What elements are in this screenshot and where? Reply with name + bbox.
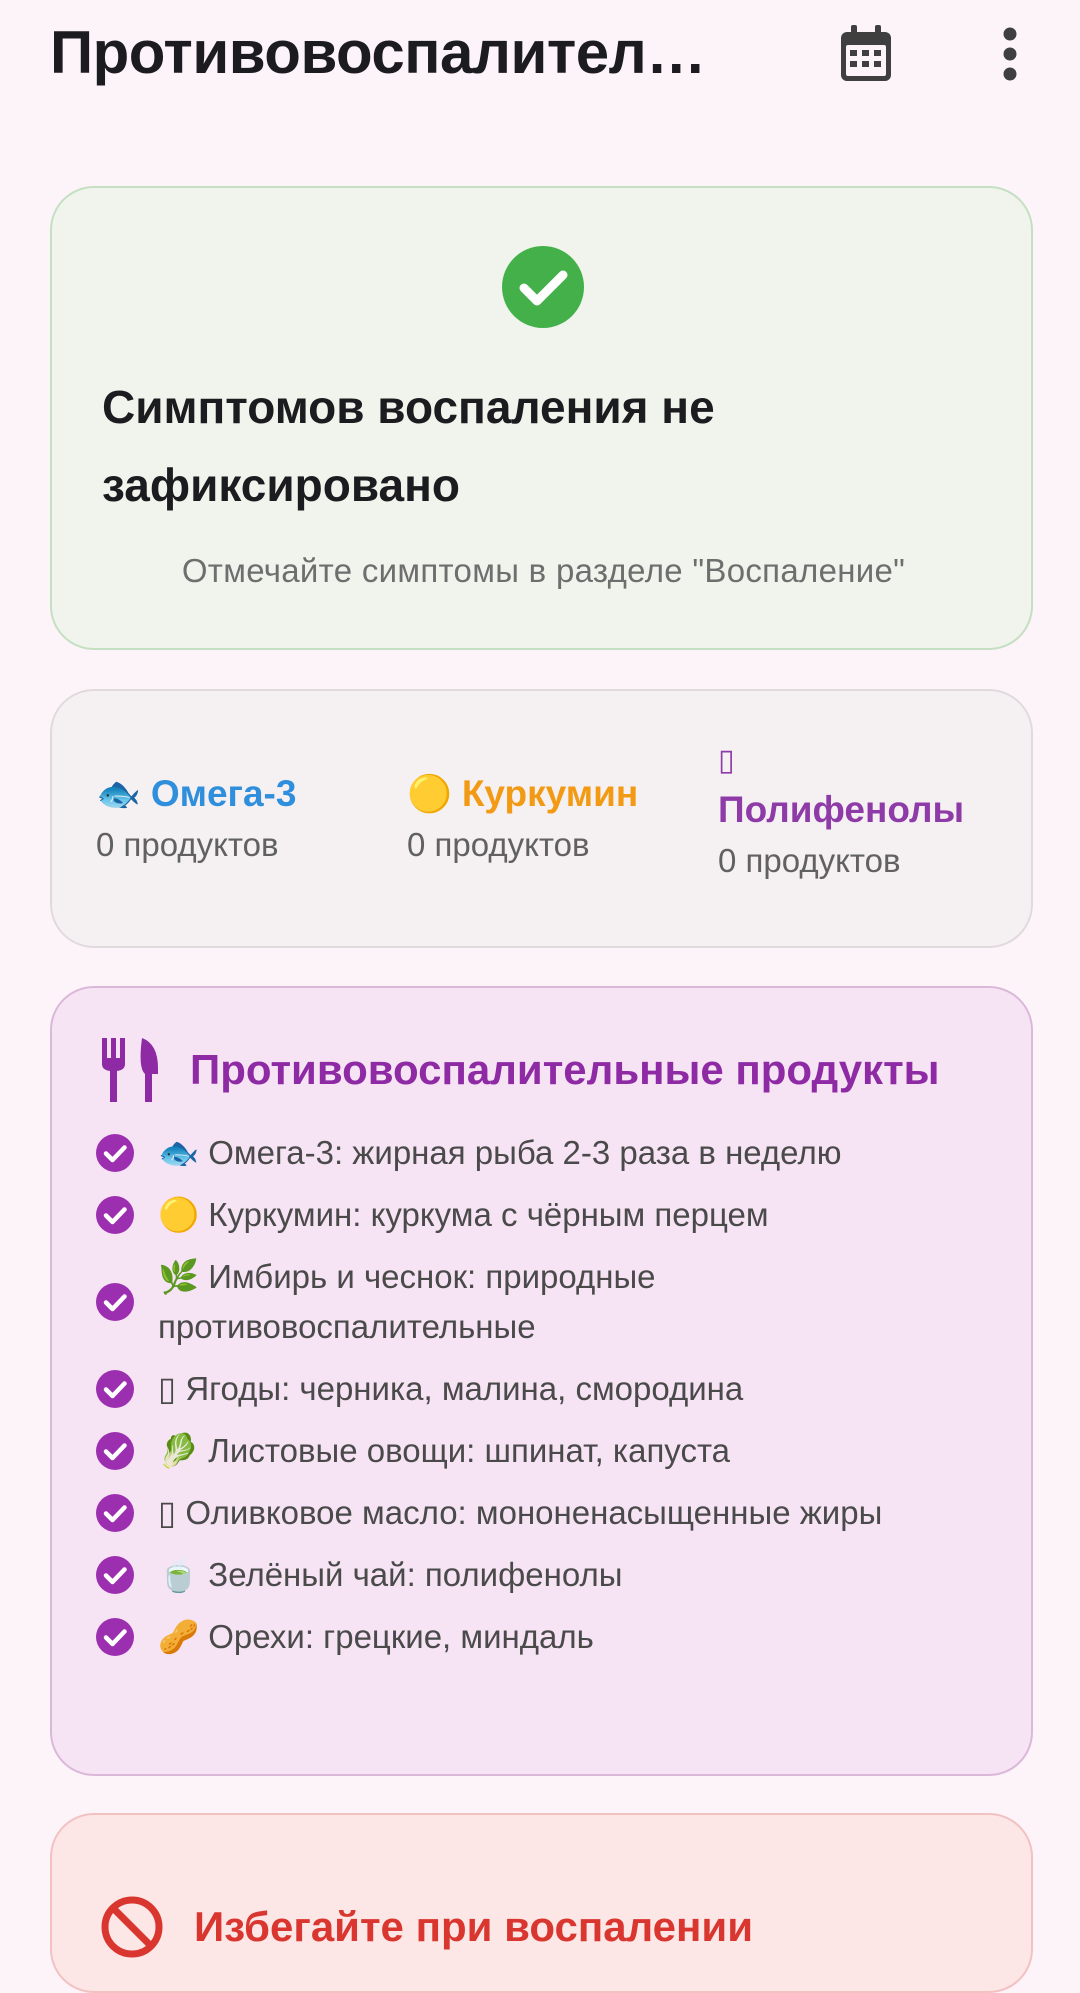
calendar-button[interactable] xyxy=(834,22,898,86)
inflammation-status-card: Симптомов воспаления не зафиксировано От… xyxy=(50,186,1033,650)
stat-name: Омега-3 xyxy=(150,773,297,814)
missing-glyph-icon: ▯ xyxy=(718,744,735,777)
anti-inflammatory-foods-card: Противовоспалительные продукты 🐟 Омега-3… xyxy=(50,986,1033,1776)
avoid-foods-card: Избегайте при воспалении xyxy=(50,1813,1033,1993)
avoid-header: Избегайте при воспалении xyxy=(100,1895,753,1959)
stat-name: Куркумин xyxy=(461,773,639,814)
check-circle-icon xyxy=(96,1494,134,1532)
status-subtitle: Отмечайте симптомы в разделе "Воспаление… xyxy=(181,552,906,589)
list-item: 🍵 Зелёный чай: полифенолы xyxy=(96,1550,996,1600)
status-title: Симптомов воспаления не зафиксировано xyxy=(102,381,715,511)
check-circle-icon xyxy=(96,1370,134,1408)
check-circle-icon xyxy=(96,1432,134,1470)
list-item: 🐟 Омега-3: жирная рыба 2-3 раза в неделю xyxy=(96,1128,996,1178)
fish-icon: 🐟 xyxy=(96,773,141,814)
food-item-text: 🥬 Листовые овощи: шпинат, капуста xyxy=(158,1432,731,1469)
stat-count: 0 продуктов xyxy=(718,842,901,879)
food-item-text: 🐟 Омега-3: жирная рыба 2-3 раза в неделю xyxy=(158,1134,842,1171)
check-circle-icon xyxy=(96,1283,134,1321)
stat-curcumin: 🟡 Куркумин 0 продуктов xyxy=(407,771,638,867)
app-bar: Противовоспалител… xyxy=(0,0,1080,116)
avoid-title: Избегайте при воспалении xyxy=(194,1903,754,1950)
check-circle-icon xyxy=(96,1196,134,1234)
fork-knife-icon xyxy=(102,1038,158,1102)
list-item: 🟡 Куркумин: куркума с чёрным перцем xyxy=(96,1190,996,1240)
check-circle-icon xyxy=(96,1618,134,1656)
food-item-text: 🥜 Орехи: грецкие, миндаль xyxy=(158,1618,594,1655)
foods-list: 🐟 Омега-3: жирная рыба 2-3 раза в неделю… xyxy=(96,1128,996,1674)
food-item-text: ▯ Ягоды: черника, малина, смородина xyxy=(158,1370,744,1407)
foods-header: Противовоспалительные продукты xyxy=(100,1038,940,1102)
food-item-text: 🍵 Зелёный чай: полифенолы xyxy=(158,1556,623,1593)
stat-name: Полифенолы xyxy=(718,789,965,830)
more-options-button[interactable] xyxy=(978,22,1042,86)
yellow-circle-icon: 🟡 xyxy=(407,773,452,814)
check-circle-icon xyxy=(96,1556,134,1594)
food-item-text: ▯ Оливковое масло: мононенасыщенные жиры xyxy=(158,1494,883,1531)
stat-count: 0 продуктов xyxy=(96,826,279,863)
food-item-text: 🌿 Имбирь и чеснок: природные противовосп… xyxy=(158,1258,656,1345)
food-item-text: 🟡 Куркумин: куркума с чёрным перцем xyxy=(158,1196,769,1233)
page-title: Противовоспалител… xyxy=(50,19,706,86)
check-circle-icon xyxy=(96,1134,134,1172)
list-item: ▯ Оливковое масло: мононенасыщенные жиры xyxy=(96,1488,996,1538)
ban-icon xyxy=(101,1896,163,1958)
stat-omega3: 🐟 Омега-3 0 продуктов xyxy=(96,771,296,867)
stat-count: 0 продуктов xyxy=(407,826,590,863)
list-item: 🥜 Орехи: грецкие, миндаль xyxy=(96,1612,996,1662)
list-item: ▯ Ягоды: черника, малина, смородина xyxy=(96,1364,996,1414)
nutrients-summary-card: 🐟 Омега-3 0 продуктов 🟡 Куркумин 0 проду… xyxy=(50,689,1033,948)
list-item: 🌿 Имбирь и чеснок: природные противовосп… xyxy=(96,1252,996,1352)
calendar-icon xyxy=(841,25,891,81)
stat-polyphenols: ▯ Полифенолы 0 продуктов xyxy=(718,741,964,883)
more-vert-icon xyxy=(1003,27,1017,81)
list-item: 🥬 Листовые овощи: шпинат, капуста xyxy=(96,1426,996,1476)
check-circle-icon xyxy=(502,246,584,328)
foods-title: Противовоспалительные продукты xyxy=(190,1046,940,1093)
